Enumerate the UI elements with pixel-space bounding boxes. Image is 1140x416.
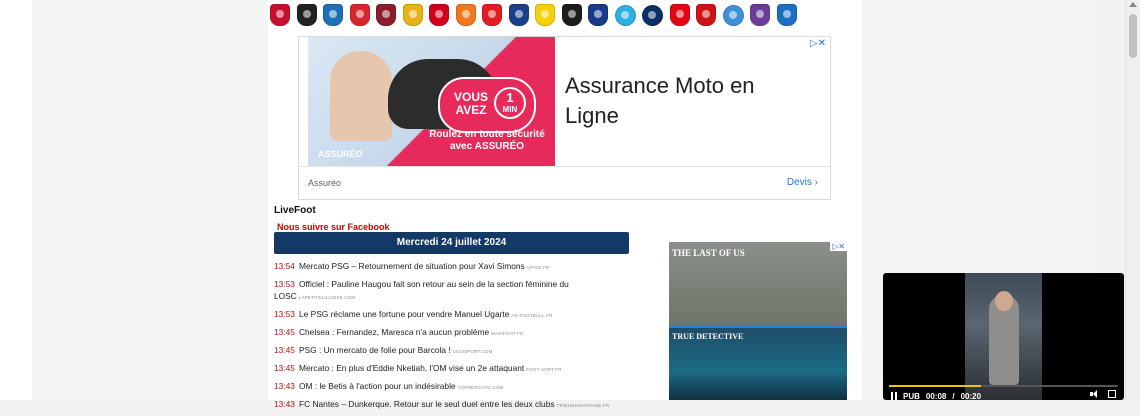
ad-banner-image[interactable]: VOUS AVEZ 1 MIN Roulez en toute sécurité… [308, 37, 555, 166]
ad-poster-title: TRUE DETECTIVE [672, 332, 744, 341]
news-time: 13:43 [274, 399, 295, 409]
team-logo-fc-lorient-icon[interactable] [455, 4, 476, 26]
ad-timer-icon: 1 MIN [494, 87, 526, 119]
news-title[interactable]: Mercato : En plus d'Eddie Nketiah, l'OM … [299, 363, 524, 373]
news-time: 13:54 [274, 261, 295, 271]
team-logo-olympique-de-marseille-icon[interactable] [614, 5, 636, 26]
video-right-controls [1090, 390, 1116, 398]
news-title[interactable]: Mercato PSG – Retournement de situation … [299, 261, 525, 271]
news-title[interactable]: Chelsea : Fernandez, Maresca n'a aucun p… [299, 327, 489, 337]
ad-poster-title: THE LAST OF US [672, 248, 745, 258]
news-item[interactable]: 13:53 Officiel : Pauline Haugou fait son … [274, 278, 634, 304]
news-source[interactable]: FOOT-SORT.FR [526, 367, 561, 372]
team-logo-olympique-lyonnais-icon[interactable] [588, 4, 608, 26]
news-list: 13:54 Mercato PSG – Retournement de situa… [274, 260, 634, 416]
news-source[interactable]: LAPETITELILLOISE.COM [299, 295, 356, 300]
news-time: 13:43 [274, 381, 295, 391]
pause-icon[interactable] [891, 392, 897, 400]
chevron-right-icon: › [814, 177, 818, 188]
ad-poster-true-detective[interactable]: TRUE DETECTIVE [669, 328, 847, 400]
ad-cta-label: Devis [786, 177, 812, 188]
news-item[interactable]: 13:45 Mercato : En plus d'Eddie Nketiah, … [274, 362, 634, 376]
team-logo-stade-de-reims-icon[interactable] [669, 4, 690, 26]
ad-bubble-text: VOUS AVEZ [453, 90, 488, 117]
team-logo-stade-brestois-icon[interactable] [349, 4, 370, 26]
team-logo-ogc-nice-icon[interactable] [561, 4, 582, 26]
video-person-head [995, 291, 1013, 311]
ad-person-image [330, 51, 392, 141]
news-title[interactable]: FC Nantes – Dunkerque. Retour sur le seu… [299, 399, 555, 409]
video-progress-fill [889, 385, 981, 387]
ad-tagline: Roulez en toute sécurité avec ASSURÉO [429, 129, 545, 152]
team-logo-angers-sco-icon[interactable] [296, 4, 317, 26]
video-ad-label: PUB [903, 391, 920, 401]
ad-brand-logo: ASSURÉO [318, 149, 363, 159]
news-item[interactable]: 13:43 OM : le Betis à l'action pour un in… [274, 380, 634, 394]
floating-video-player[interactable]: PUB 00:08 / 00:20 [883, 273, 1124, 400]
video-time-separator: / [952, 391, 955, 401]
news-time: 13:53 [274, 309, 295, 319]
video-duration: 00:20 [960, 391, 982, 401]
facebook-follow-link[interactable]: Nous suivre sur Facebook [277, 222, 390, 232]
team-logo-toulouse-fc-icon[interactable] [750, 4, 770, 26]
date-header: Mercredi 24 juillet 2024 [274, 232, 629, 254]
ad-bubble-unit: MIN [502, 105, 518, 114]
team-logo-rc-lens-icon[interactable] [402, 4, 423, 26]
top-advertisement[interactable]: ▷✕ VOUS AVEZ 1 MIN Roulez en toute sécur… [298, 36, 831, 200]
news-time: 13:45 [274, 363, 295, 373]
video-current-time: 00:08 [925, 391, 947, 401]
ad-bubble: VOUS AVEZ 1 MIN [438, 77, 536, 133]
news-title[interactable]: Le PSG réclame une fortune pour vendre M… [299, 309, 509, 319]
mute-icon[interactable] [1090, 390, 1098, 398]
ad-choices-icon[interactable]: ▷✕ [830, 242, 847, 251]
news-time: 13:53 [274, 279, 295, 289]
news-item[interactable]: 13:45 Chelsea : Fernandez, Maresca n'a au… [274, 326, 634, 340]
ad-advertiser-name[interactable]: Assuréo [308, 178, 341, 188]
section-title: LiveFoot [274, 205, 316, 216]
news-item[interactable]: 13:53 Le PSG réclame une fortune pour ven… [274, 308, 634, 322]
team-logo-stade-rennais-icon[interactable] [696, 4, 716, 26]
team-logo-montpellier-hsc-icon[interactable] [508, 4, 529, 26]
video-controls: PUB 00:08 / 00:20 [891, 390, 981, 400]
right-advertisement[interactable]: THE LAST OF US TRUE DETECTIVE ▷✕ [669, 242, 847, 400]
news-item[interactable]: 13:54 Mercato PSG – Retournement de situa… [274, 260, 634, 274]
fullscreen-icon[interactable] [1108, 390, 1116, 398]
news-time: 13:45 [274, 345, 295, 355]
news-time: 13:45 [274, 327, 295, 337]
scroll-up-arrow-icon[interactable] [1129, 2, 1137, 7]
team-logo-rc-strasbourg-icon[interactable] [722, 5, 744, 26]
news-title[interactable]: OM : le Betis à l'action pour un indésir… [299, 381, 456, 391]
team-logo-as-monaco-icon[interactable] [482, 4, 502, 26]
scrollbar-thumb[interactable] [1129, 14, 1137, 58]
ad-cta-button[interactable]: Devis › [787, 177, 818, 188]
team-logo-clermont-foot-icon[interactable] [376, 4, 396, 26]
news-source[interactable]: LE10SPORT.COM [453, 349, 493, 354]
ad-poster-the-last-of-us[interactable]: THE LAST OF US [669, 242, 847, 326]
left-gutter [0, 0, 32, 400]
ad-headline[interactable]: Assurance Moto en Ligne [565, 71, 795, 131]
news-source[interactable]: MAXIFOOT.FR [491, 331, 523, 336]
ad-bubble-number: 1 [506, 90, 514, 105]
news-source[interactable]: VIPSG.FR [527, 265, 550, 270]
news-source[interactable]: TRIBUNENANTAISE.FR [557, 403, 610, 408]
team-logo-fc-nantes-icon[interactable] [535, 4, 555, 26]
news-source[interactable]: TOPMERCATO.COM [458, 385, 504, 390]
team-logo-aj-auxerre-icon[interactable] [323, 4, 343, 26]
news-item[interactable]: 13:45 PSG : Un mercato de folie pour Barc… [274, 344, 634, 358]
video-frame[interactable] [965, 273, 1042, 400]
team-logo-estac-troyes-icon[interactable] [776, 4, 797, 26]
ad-footer: Assuréo Devis › [299, 166, 830, 201]
news-item[interactable]: 13:43 FC Nantes – Dunkerque. Retour sur l… [274, 398, 634, 412]
news-source[interactable]: AS-FOOTBALL.FR [511, 313, 552, 318]
news-title[interactable]: PSG : Un mercato de folie pour Barcola ! [299, 345, 451, 355]
team-logos-bar [270, 4, 797, 28]
vertical-scrollbar[interactable] [1125, 0, 1140, 400]
team-logo-ac-ajaccio-icon[interactable] [270, 4, 290, 26]
team-logo-losc-lille-icon[interactable] [429, 4, 449, 26]
ad-choices-icon[interactable]: ▷✕ [810, 38, 826, 49]
video-progress-bar[interactable] [889, 385, 1118, 387]
team-logo-paris-saint-germain-icon[interactable] [642, 5, 663, 26]
